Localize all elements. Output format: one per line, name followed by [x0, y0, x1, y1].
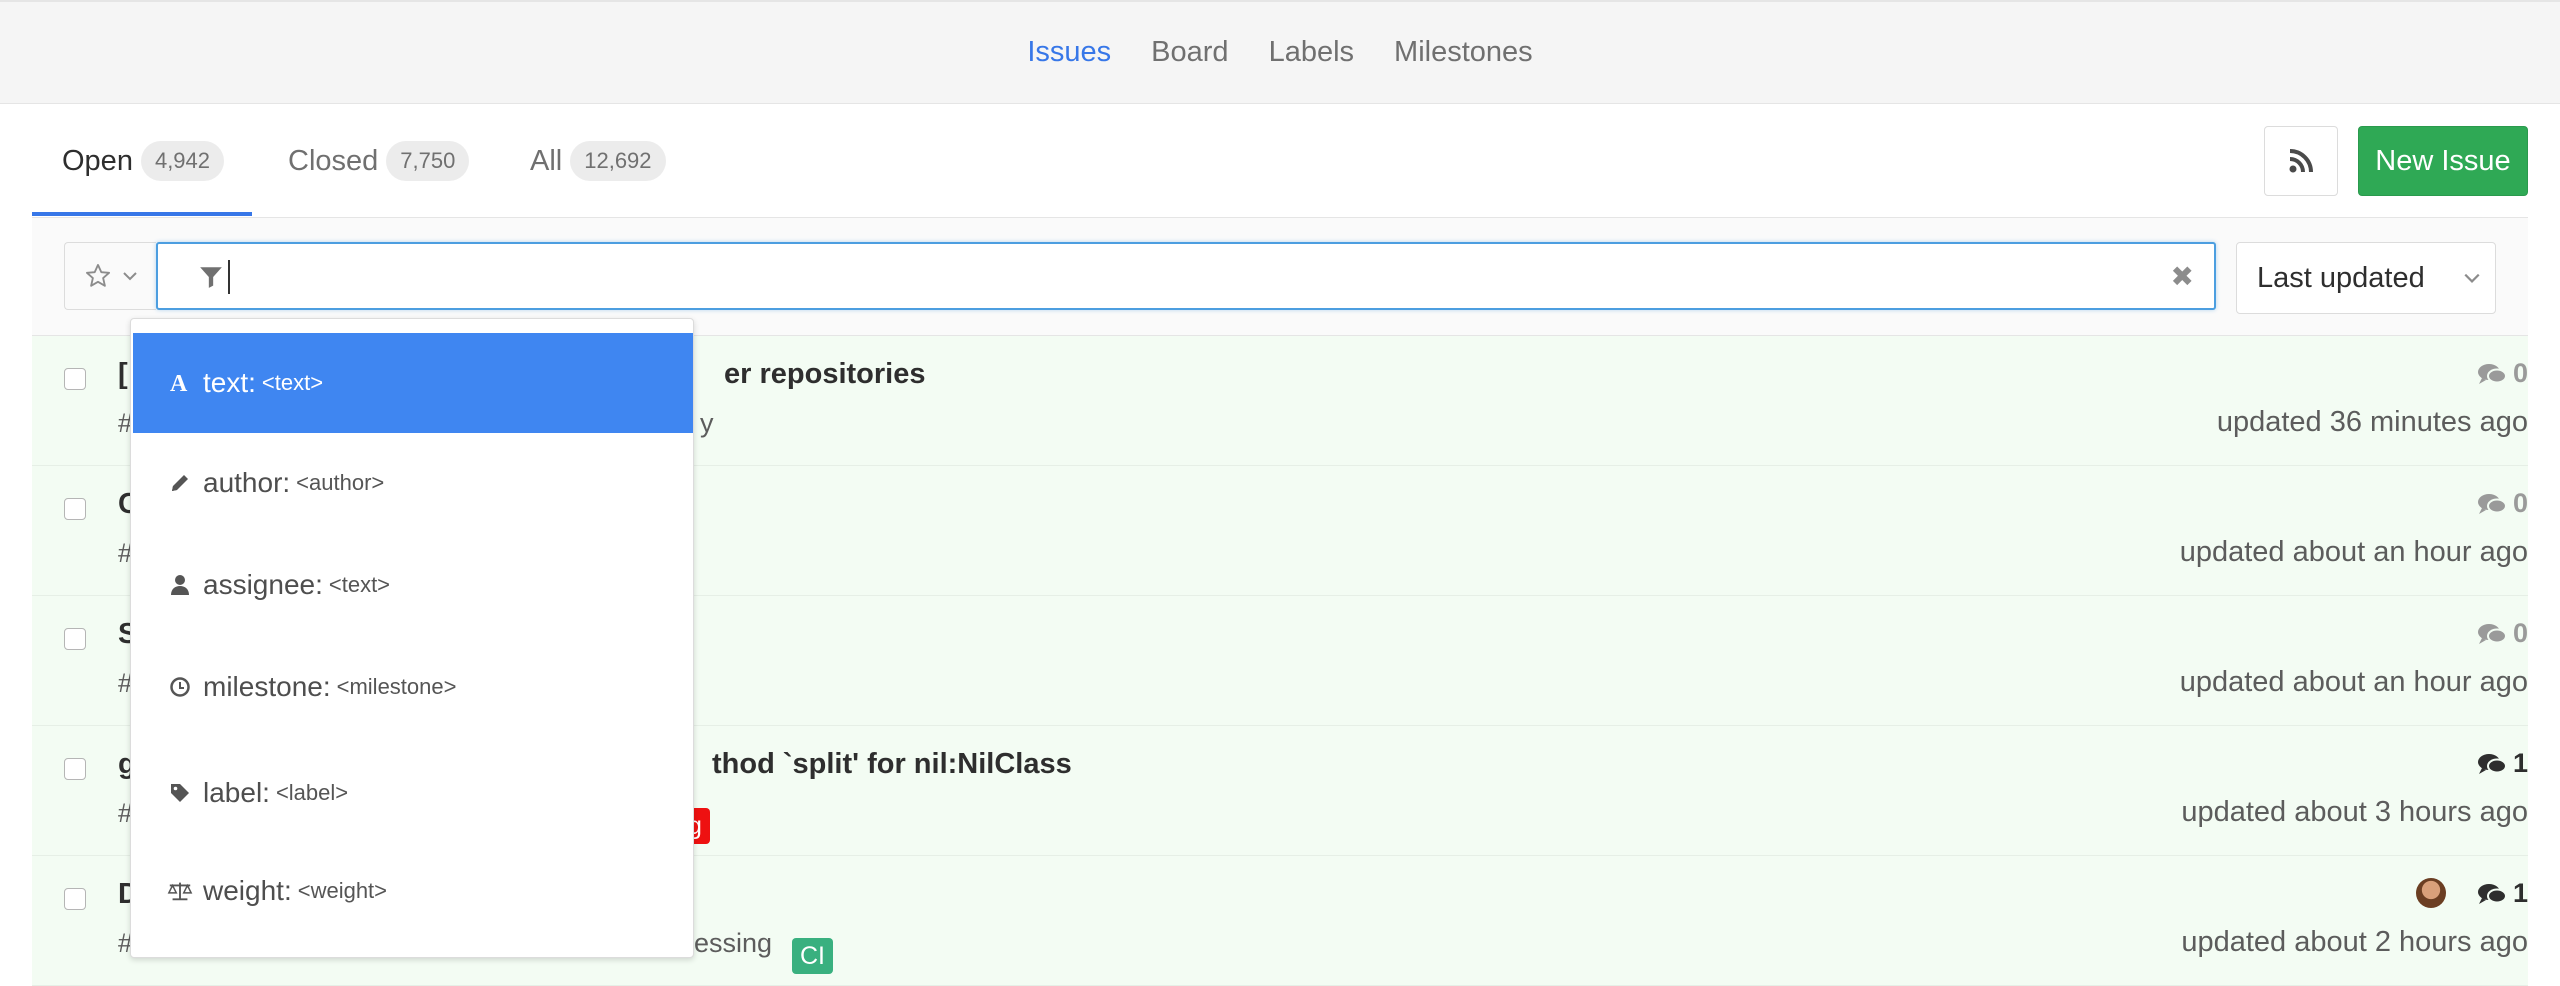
- tab-closed-label: Closed: [288, 144, 379, 177]
- tab-all-count: 12,692: [570, 141, 666, 181]
- tab-all[interactable]: All 12,692: [530, 104, 666, 218]
- nav-milestones[interactable]: Milestones: [1394, 36, 1533, 69]
- comment-count[interactable]: 1: [2477, 748, 2528, 779]
- chevron-down-icon: [2464, 273, 2480, 283]
- issue-title[interactable]: [: [118, 358, 128, 391]
- issue-meta-fragment: essing: [694, 928, 773, 958]
- hint-item-milestone[interactable]: milestone: <milestone>: [133, 637, 693, 737]
- issue-checkbox[interactable]: [64, 498, 86, 520]
- saved-filters-dropdown[interactable]: [64, 242, 156, 310]
- comments-icon: [2477, 363, 2507, 384]
- new-issue-button[interactable]: New Issue: [2358, 126, 2528, 196]
- text-cursor: [228, 260, 230, 294]
- hint-key: assignee:: [203, 569, 323, 600]
- hint-placeholder: <weight>: [297, 878, 388, 903]
- updated-time: updated 36 minutes ago: [2216, 406, 2528, 438]
- hint-key: author:: [203, 467, 291, 498]
- hint-item-text[interactable]: A text: <text>: [133, 333, 693, 433]
- comment-count[interactable]: 0: [2477, 618, 2528, 649]
- svg-text:A: A: [170, 371, 188, 395]
- hint-key: text:: [203, 367, 256, 398]
- tab-closed[interactable]: Closed 7,750: [288, 104, 470, 218]
- font-icon: A: [167, 371, 193, 395]
- comment-count[interactable]: 0: [2477, 488, 2528, 519]
- rss-icon: [2289, 149, 2313, 173]
- hint-key: milestone:: [203, 671, 331, 702]
- chevron-down-icon: [122, 272, 137, 281]
- comments-icon: [2477, 753, 2507, 774]
- updated-time: updated about 3 hours ago: [2181, 796, 2528, 828]
- top-navigation: Issues Board Labels Milestones: [0, 0, 2560, 104]
- hint-placeholder: <milestone>: [336, 674, 457, 699]
- hint-placeholder: <label>: [275, 780, 349, 805]
- hint-placeholder: <text>: [328, 572, 391, 597]
- tab-open[interactable]: Open 4,942: [62, 104, 225, 218]
- comments-icon: [2477, 623, 2507, 644]
- hint-placeholder: <text>: [261, 370, 324, 395]
- star-icon: [85, 263, 110, 287]
- comment-count-value: 0: [2512, 358, 2528, 388]
- tab-open-label: Open: [62, 144, 133, 177]
- hint-key: label:: [203, 777, 270, 808]
- comment-count-value: 1: [2512, 748, 2528, 778]
- assignee-avatar[interactable]: [2416, 878, 2446, 908]
- nav-labels[interactable]: Labels: [1269, 36, 1354, 69]
- comments-icon: [2477, 883, 2507, 904]
- tab-closed-count: 7,750: [386, 141, 470, 181]
- search-input[interactable]: [234, 254, 2134, 300]
- comment-count[interactable]: 0: [2477, 358, 2528, 389]
- issue-title-fragment[interactable]: er repositories: [724, 358, 925, 391]
- hint-placeholder: <author>: [296, 470, 385, 495]
- sort-dropdown[interactable]: Last updated: [2236, 242, 2496, 314]
- user-icon: [167, 574, 193, 596]
- updated-time: updated about an hour ago: [2179, 536, 2528, 568]
- filter-icon: [200, 267, 222, 288]
- hint-item-assignee[interactable]: assignee: <text>: [133, 535, 693, 635]
- comment-count[interactable]: 1: [2477, 878, 2528, 909]
- comments-icon: [2477, 493, 2507, 514]
- comment-count-value: 1: [2512, 878, 2528, 908]
- clear-search-icon[interactable]: ✖: [2171, 260, 2194, 293]
- issue-title-fragment[interactable]: thod `split' for nil:NilClass: [712, 748, 1072, 781]
- hint-key: weight:: [203, 875, 292, 906]
- tab-open-count: 4,942: [140, 141, 225, 181]
- updated-time: updated about 2 hours ago: [2181, 926, 2528, 958]
- issue-checkbox[interactable]: [64, 888, 86, 910]
- tag-icon: [167, 782, 193, 804]
- updated-time: updated about an hour ago: [2179, 666, 2528, 698]
- issue-checkbox[interactable]: [64, 758, 86, 780]
- nav-board[interactable]: Board: [1151, 36, 1228, 69]
- issue-meta-fragment: y: [700, 408, 714, 438]
- issue-search-box: ✖: [156, 242, 2216, 310]
- active-tab-indicator: [32, 212, 252, 216]
- hint-item-label[interactable]: label: <label>: [133, 743, 693, 843]
- filter-hint-dropdown: A text: <text> author: <author> assignee…: [130, 318, 694, 958]
- sort-dropdown-value: Last updated: [2257, 261, 2425, 294]
- hint-item-weight[interactable]: weight: <weight>: [133, 841, 693, 941]
- clock-icon: [167, 676, 193, 698]
- balance-scale-icon: [167, 880, 193, 902]
- comment-count-value: 0: [2512, 488, 2528, 518]
- issue-label[interactable]: CI: [792, 938, 833, 974]
- tab-all-label: All: [530, 144, 563, 177]
- pencil-icon: [167, 472, 193, 494]
- comment-count-value: 0: [2512, 618, 2528, 648]
- issue-state-tabs: Open 4,942 Closed 7,750 All 12,692 New I…: [32, 104, 2528, 218]
- hint-item-author[interactable]: author: <author>: [133, 433, 693, 533]
- issue-checkbox[interactable]: [64, 628, 86, 650]
- issue-checkbox[interactable]: [64, 368, 86, 390]
- rss-feed-button[interactable]: [2264, 126, 2338, 196]
- nav-issues[interactable]: Issues: [1027, 36, 1111, 69]
